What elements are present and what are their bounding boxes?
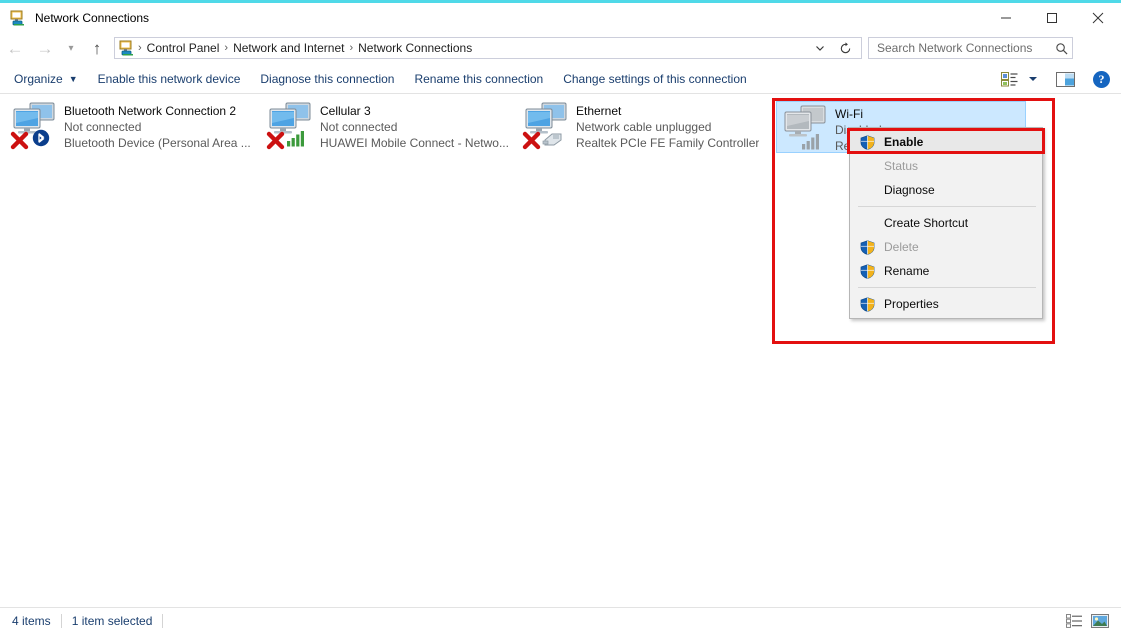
list-item[interactable]: Bluetooth Network Connection 2 Not conne…: [6, 99, 256, 153]
list-item[interactable]: Cellular 3 Not connected HUAWEI Mobile C…: [262, 99, 512, 153]
organize-button[interactable]: Organize ▼: [4, 65, 88, 93]
disabled-x-icon: [10, 131, 29, 150]
recent-locations-chevron-icon[interactable]: ▾: [60, 33, 82, 63]
search-icon[interactable]: [1050, 42, 1072, 55]
back-arrow-icon[interactable]: ←: [0, 33, 30, 63]
chevron-down-icon: ▼: [68, 73, 78, 84]
title-bar: Network Connections: [0, 3, 1121, 32]
connection-device: Realtek PCIe FE Family Controller: [576, 136, 760, 150]
maximize-icon[interactable]: [1029, 3, 1075, 32]
connection-status: Not connected: [64, 120, 142, 134]
search-box[interactable]: [868, 37, 1073, 59]
network-connections-window: Network Connections ← → ▾ ↑ › Control Pa…: [0, 0, 1121, 633]
list-item-text: Ethernet Network cable unplugged Realtek…: [576, 103, 759, 151]
context-menu-item-create-shortcut[interactable]: Create Shortcut: [850, 211, 1042, 235]
help-icon[interactable]: ?: [1088, 65, 1115, 93]
shield-icon: [858, 296, 876, 312]
address-dropdown-chevron-icon[interactable]: [809, 38, 831, 58]
context-menu-item-label: Status: [884, 159, 919, 173]
list-item[interactable]: Ethernet Network cable unplugged Realtek…: [518, 99, 768, 153]
list-item-text: Cellular 3 Not connected HUAWEI Mobile C…: [320, 103, 509, 151]
forward-arrow-icon[interactable]: →: [30, 33, 60, 63]
list-item-text: Bluetooth Network Connection 2 Not conne…: [64, 103, 251, 151]
diagnose-this-connection-button[interactable]: Diagnose this connection: [250, 65, 404, 93]
connection-name: Cellular 3: [320, 104, 371, 118]
network-adapter-icon: [781, 104, 831, 154]
view-options-icon[interactable]: [996, 65, 1023, 93]
context-menu-item-label: Properties: [884, 297, 939, 311]
change-settings-of-this-connection-button[interactable]: Change settings of this connection: [553, 65, 756, 93]
context-menu-separator: [858, 206, 1036, 207]
connection-device: HUAWEI Mobile Connect - Netwo...: [320, 136, 509, 150]
shield-icon: [858, 239, 876, 255]
breadcrumb-root-icon: [119, 40, 135, 56]
status-divider: [162, 613, 164, 628]
view-options-chevron-down-icon[interactable]: [1023, 65, 1043, 93]
signal-bars-gray-icon: [802, 134, 819, 150]
item-count: 4 items: [12, 613, 51, 628]
status-divider: [60, 613, 62, 628]
network-adapter-icon: [266, 101, 316, 151]
address-bar[interactable]: › Control Panel › Network and Internet ›…: [114, 37, 862, 59]
signal-bars-icon: [287, 131, 304, 147]
minimize-icon[interactable]: [983, 3, 1029, 32]
disabled-x-icon: [522, 131, 541, 150]
network-adapter-icon: [10, 101, 60, 151]
organize-label: Organize: [14, 71, 63, 86]
context-menu-item-diagnose[interactable]: Diagnose: [850, 178, 1042, 202]
search-input[interactable]: [875, 40, 1047, 56]
window-controls: [983, 3, 1121, 32]
disabled-x-icon: [266, 131, 285, 150]
shield-icon: [858, 134, 876, 150]
context-menu-item-enable[interactable]: Enable: [850, 130, 1042, 154]
refresh-icon[interactable]: [833, 38, 857, 58]
address-bar-row: ← → ▾ ↑ › Control Panel › Network and In…: [0, 32, 1121, 64]
breadcrumb-network-connections[interactable]: Network Connections: [354, 38, 476, 58]
connection-name: Bluetooth Network Connection 2: [64, 104, 237, 118]
connection-name: Wi-Fi: [835, 107, 863, 121]
connection-device: Bluetooth Device (Personal Area ...: [64, 136, 251, 150]
context-menu-item-label: Enable: [884, 135, 924, 149]
shield-icon: [858, 263, 876, 279]
no-icon: [858, 158, 876, 174]
connection-status: Network cable unplugged: [576, 120, 712, 134]
command-bar-right-group: ?: [996, 64, 1115, 94]
network-adapter-icon: [522, 101, 572, 151]
rename-this-connection-button[interactable]: Rename this connection: [404, 65, 553, 93]
close-icon[interactable]: [1075, 3, 1121, 32]
enable-this-network-device-button[interactable]: Enable this network device: [88, 65, 251, 93]
context-menu-item-label: Rename: [884, 264, 930, 278]
window-title: Network Connections: [35, 10, 150, 25]
context-menu: Enable Status Diagnose Create Shortcut D…: [849, 127, 1043, 319]
context-menu-item-delete: Delete: [850, 235, 1042, 259]
context-menu-item-status: Status: [850, 154, 1042, 178]
network-connections-icon: [10, 10, 26, 26]
connection-status: Not connected: [320, 120, 398, 134]
large-icons-view-icon[interactable]: [1087, 610, 1113, 632]
connection-name: Ethernet: [576, 104, 622, 118]
breadcrumb-control-panel[interactable]: Control Panel: [143, 38, 224, 58]
context-menu-item-label: Diagnose: [884, 183, 935, 197]
no-icon: [858, 182, 876, 198]
breadcrumb-network-and-internet[interactable]: Network and Internet: [229, 38, 348, 58]
context-menu-item-properties[interactable]: Properties: [850, 292, 1042, 316]
details-view-icon[interactable]: [1061, 610, 1087, 632]
status-bar: 4 items 1 item selected: [0, 607, 1121, 633]
selection-count: 1 item selected: [71, 613, 153, 628]
up-arrow-icon[interactable]: ↑: [82, 33, 112, 63]
help-glyph: ?: [1093, 70, 1110, 88]
context-menu-item-rename[interactable]: Rename: [850, 259, 1042, 283]
bluetooth-icon: [32, 129, 50, 147]
context-menu-item-label: Delete: [884, 240, 919, 254]
command-bar: Organize ▼ Enable this network device Di…: [0, 64, 1121, 94]
view-switch-group: [1061, 610, 1113, 632]
no-icon: [858, 215, 876, 231]
preview-pane-icon[interactable]: [1051, 65, 1080, 93]
ethernet-cable-icon: [542, 133, 562, 146]
context-menu-separator: [858, 287, 1036, 288]
context-menu-item-label: Create Shortcut: [884, 216, 969, 230]
